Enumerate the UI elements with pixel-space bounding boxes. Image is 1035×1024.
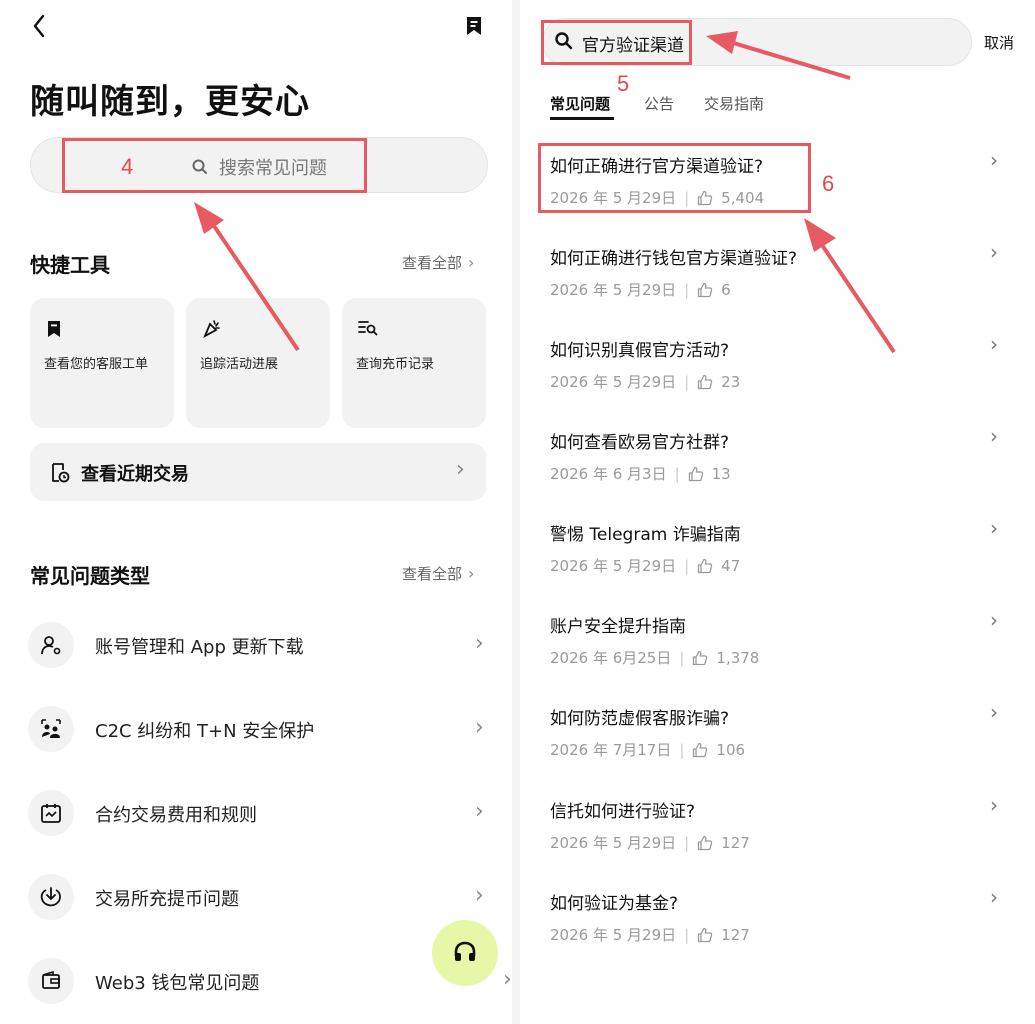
user-gear-icon xyxy=(41,636,61,655)
recent-trades-button[interactable]: 查看近期交易 › xyxy=(30,443,486,501)
chevron-right-icon: › xyxy=(475,715,484,740)
question-item[interactable]: 如何查看欧易官方社群? 2026 年 6 月3日 | 13 › xyxy=(550,424,1010,488)
annotation-box-5 xyxy=(541,20,692,65)
faq-category-futures[interactable]: 合约交易费用和规则 › xyxy=(28,790,490,838)
question-item[interactable]: 如何正确进行钱包官方渠道验证? 2026 年 5 月29日 | 6 › xyxy=(550,240,1010,304)
chevron-right-icon: › xyxy=(503,967,512,992)
annotation-number-6: 6 xyxy=(822,171,835,196)
recent-trades-label: 查看近期交易 xyxy=(81,464,189,485)
question-item[interactable]: 警惕 Telegram 诈骗指南 2026 年 5 月29日 | 47 › xyxy=(550,516,1010,580)
thumbs-up-icon xyxy=(698,374,713,389)
chevron-right-icon: › xyxy=(468,564,475,583)
calendar-chart-icon xyxy=(41,804,61,823)
thumbs-up-icon xyxy=(698,835,713,850)
chevron-right-icon: › xyxy=(990,608,998,632)
ticket-button[interactable] xyxy=(462,14,486,38)
chevron-right-icon: › xyxy=(456,457,465,482)
tool-card-deposits[interactable]: 查询充币记录 xyxy=(342,298,486,428)
cancel-button[interactable]: 取消 xyxy=(984,32,1014,53)
tab-trading-guide[interactable]: 交易指南 xyxy=(704,93,764,114)
tab-faq[interactable]: 常见问题 xyxy=(550,93,610,114)
chevron-right-icon: › xyxy=(990,885,998,909)
chevron-right-icon: › xyxy=(475,883,484,908)
ticket-icon xyxy=(467,17,481,35)
faq-category-web3-wallet[interactable]: Web3 钱包常见问题 › xyxy=(28,958,512,1006)
annotation-arrow-4 xyxy=(194,202,300,352)
list-search-icon xyxy=(358,321,378,336)
question-item[interactable]: 账户安全提升指南 2026 年 6月25日 | 1,378 › xyxy=(550,608,1010,672)
download-circle-icon xyxy=(40,887,61,907)
annotation-arrow-5 xyxy=(706,31,851,80)
thumbs-up-icon xyxy=(688,466,703,481)
faq-category-account[interactable]: 账号管理和 App 更新下载 › xyxy=(28,622,490,670)
chevron-right-icon: › xyxy=(475,799,484,824)
search-results-panel: 官方验证渠道 取消 5 常见问题 公告 交易指南 如何正确进行官方渠道验证? 2… xyxy=(520,0,1035,1024)
back-button[interactable] xyxy=(28,12,52,40)
tab-announcements[interactable]: 公告 xyxy=(644,93,674,114)
clock-document-icon xyxy=(52,463,70,483)
question-item[interactable]: 信托如何进行验证? 2026 年 5 月29日 | 127 › xyxy=(550,793,1010,857)
ticket-icon xyxy=(48,321,60,337)
panel-divider xyxy=(512,0,520,1024)
chevron-right-icon: › xyxy=(475,631,484,656)
active-tab-indicator xyxy=(550,117,614,120)
annotation-number-5: 5 xyxy=(617,71,630,96)
tool-card-tickets[interactable]: 查看您的客服工单 xyxy=(30,298,174,428)
question-item[interactable]: 如何验证为基金? 2026 年 5 月29日 | 127 › xyxy=(550,885,1010,949)
faq-types-see-all[interactable]: 查看全部 › xyxy=(402,563,474,584)
question-item[interactable]: 如何识别真假官方活动? 2026 年 5 月29日 | 23 › xyxy=(550,332,1010,396)
thumbs-up-icon xyxy=(693,742,708,757)
chevron-right-icon: › xyxy=(990,332,998,356)
headset-icon xyxy=(454,941,476,961)
chevron-right-icon: › xyxy=(990,516,998,540)
annotation-number-4: 4 xyxy=(121,154,134,179)
thumbs-up-icon xyxy=(693,650,708,665)
question-item[interactable]: 如何防范虚假客服诈骗? 2026 年 7月17日 | 106 › xyxy=(550,700,1010,764)
thumbs-up-icon xyxy=(698,558,713,573)
faq-types-title: 常见问题类型 xyxy=(30,564,150,588)
support-fab[interactable] xyxy=(432,920,498,986)
chevron-right-icon: › xyxy=(990,424,998,448)
chevron-right-icon: › xyxy=(468,253,475,272)
thumbs-up-icon xyxy=(698,927,713,942)
chevron-right-icon: › xyxy=(990,240,998,264)
quick-tools-see-all[interactable]: 查看全部 › xyxy=(402,252,474,273)
chevron-right-icon: › xyxy=(990,700,998,724)
help-center-panel: 随叫随到，更安心 搜索常见问题 4 快捷工具 查看全部 › 查看您的客服工单 追… xyxy=(0,0,512,1024)
chevron-right-icon: › xyxy=(990,148,998,172)
thumbs-up-icon xyxy=(698,282,713,297)
annotation-box-4 xyxy=(62,138,367,193)
annotation-arrow-6 xyxy=(804,218,896,354)
people-shield-icon xyxy=(41,719,61,738)
annotation-box-6 xyxy=(538,143,811,213)
chevron-right-icon: › xyxy=(990,793,998,817)
faq-category-c2c[interactable]: C2C 纠纷和 T+N 安全保护 › xyxy=(28,706,490,754)
wallet-icon xyxy=(42,970,60,989)
quick-tools-title: 快捷工具 xyxy=(30,253,110,277)
page-title: 随叫随到，更安心 xyxy=(30,82,310,122)
back-arrow-icon xyxy=(33,14,45,38)
faq-category-deposit-withdraw[interactable]: 交易所充提币问题 › xyxy=(28,874,490,922)
